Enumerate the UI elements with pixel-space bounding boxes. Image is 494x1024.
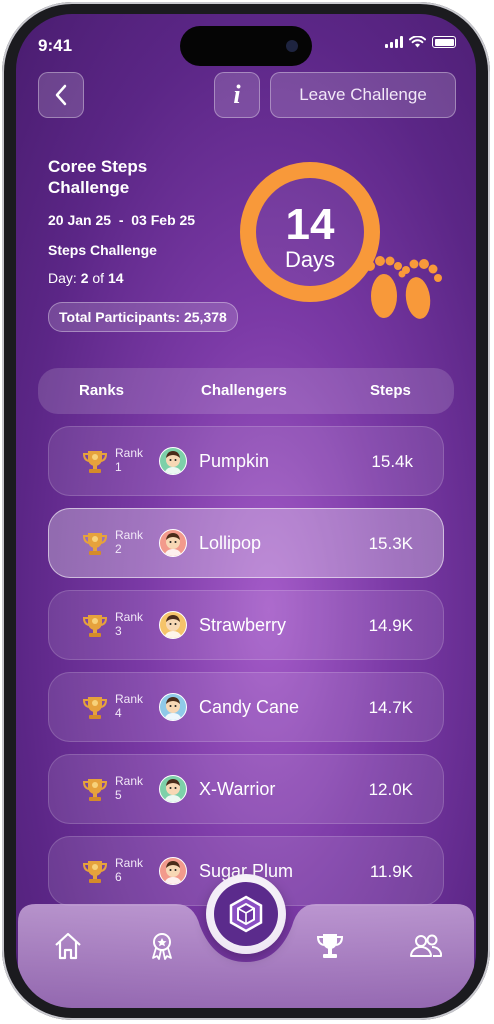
- hexagon-logo-icon: [229, 895, 263, 933]
- challenge-day: Day: 2 of 14: [48, 270, 198, 286]
- challenge-dates: 20 Jan 25 - 03 Feb 25: [48, 212, 196, 228]
- trophy-icon: [82, 451, 108, 473]
- cellular-icon: [385, 36, 403, 48]
- leaderboard-row[interactable]: Rank 5 X-Warrior 12.0K: [48, 754, 444, 824]
- column-ranks: Ranks: [79, 382, 125, 399]
- trophy-icon[interactable]: [314, 930, 346, 962]
- column-steps: Steps: [370, 382, 411, 399]
- trophy-icon: [82, 533, 108, 555]
- participants-badge: Total Participants: 25,378: [48, 302, 238, 332]
- rank-text: Rank: [115, 446, 144, 460]
- challenger-name: Lollipop: [199, 533, 262, 553]
- step-count: 15.4k: [371, 452, 413, 471]
- dynamic-island: [180, 26, 312, 66]
- rank-number: 6: [115, 870, 122, 884]
- rank-label: Rank 3: [115, 610, 143, 638]
- rank-text: Rank: [115, 774, 144, 788]
- screen: 9:41 i Leave Challenge Coree Steps Chall…: [16, 14, 476, 1008]
- footprints-icon: [365, 256, 442, 319]
- leaderboard-row[interactable]: Rank 2 Lollipop 15.3K: [48, 508, 444, 578]
- duration-number: 14: [285, 200, 335, 249]
- challenger-name: Strawberry: [199, 615, 287, 635]
- people-icon[interactable]: [408, 930, 444, 962]
- rank-text: Rank: [115, 528, 144, 542]
- avatar: [159, 529, 187, 557]
- status-time: 9:41: [38, 36, 73, 55]
- award-icon[interactable]: [146, 930, 178, 962]
- avatar: [159, 693, 187, 721]
- status-icons: [385, 36, 456, 48]
- challenger-name: Pumpkin: [199, 451, 270, 471]
- rank-number: 4: [115, 706, 122, 720]
- day-of: of: [92, 270, 105, 286]
- rank-label: Rank 5: [115, 774, 143, 802]
- day-total: 14: [107, 270, 124, 286]
- challenger-name: X-Warrior: [199, 779, 276, 799]
- day-label: Day:: [48, 270, 77, 286]
- rank-number: 3: [115, 624, 122, 638]
- trophy-icon: [82, 861, 108, 883]
- step-count: 15.3K: [368, 534, 413, 553]
- step-count: 11.9K: [369, 862, 413, 881]
- challenger-name: Candy Cane: [199, 697, 300, 717]
- info-button[interactable]: i: [214, 72, 260, 118]
- day-current: 2: [80, 270, 89, 286]
- avatar: [159, 775, 187, 803]
- trophy-icon: [82, 779, 108, 801]
- rank-label: Rank 4: [115, 692, 143, 720]
- rank-number: 2: [115, 542, 122, 556]
- battery-icon: [432, 36, 456, 48]
- step-count: 14.9K: [368, 616, 413, 635]
- rank-label: Rank 2: [115, 528, 143, 556]
- leave-challenge-button[interactable]: Leave Challenge: [270, 72, 456, 118]
- column-challengers: Challengers: [201, 382, 287, 399]
- duration-unit: Days: [284, 247, 336, 272]
- back-button[interactable]: [38, 72, 84, 118]
- challenge-type: Steps Challenge: [48, 242, 157, 258]
- rank-number: 5: [115, 788, 122, 802]
- leaderboard-row[interactable]: Rank 4 Candy Cane 14.7K: [48, 672, 444, 742]
- rank-number: 1: [115, 460, 122, 474]
- trophy-icon: [82, 615, 108, 637]
- wifi-icon: [409, 36, 426, 48]
- leaderboard-row[interactable]: Rank 3 Strawberry 14.9K: [48, 590, 444, 660]
- chevron-left-icon: [55, 84, 67, 106]
- brand-logo: [214, 882, 278, 946]
- brand-logo-button[interactable]: [206, 874, 286, 954]
- avatar: [159, 857, 187, 885]
- challenge-info: Coree Steps Challenge 20 Jan 25 - 03 Feb…: [48, 156, 198, 286]
- info-icon: i: [233, 80, 241, 109]
- avatar: [159, 447, 187, 475]
- step-count: 14.7K: [368, 698, 413, 717]
- rank-label: Rank 6: [115, 856, 143, 884]
- avatar: [159, 611, 187, 639]
- rank-text: Rank: [115, 856, 144, 870]
- home-icon[interactable]: [52, 930, 84, 962]
- challenge-title: Coree Steps Challenge: [48, 157, 148, 197]
- rank-text: Rank: [115, 692, 144, 706]
- trophy-icon: [82, 697, 108, 719]
- rank-text: Rank: [115, 610, 144, 624]
- leaderboard-header: Ranks Challengers Steps: [38, 368, 454, 414]
- status-bar: 9:41: [16, 14, 476, 66]
- step-count: 12.0K: [368, 780, 413, 799]
- leaderboard-row[interactable]: Rank 1 Pumpkin 15.4k: [48, 426, 444, 496]
- rank-label: Rank 1: [115, 446, 143, 474]
